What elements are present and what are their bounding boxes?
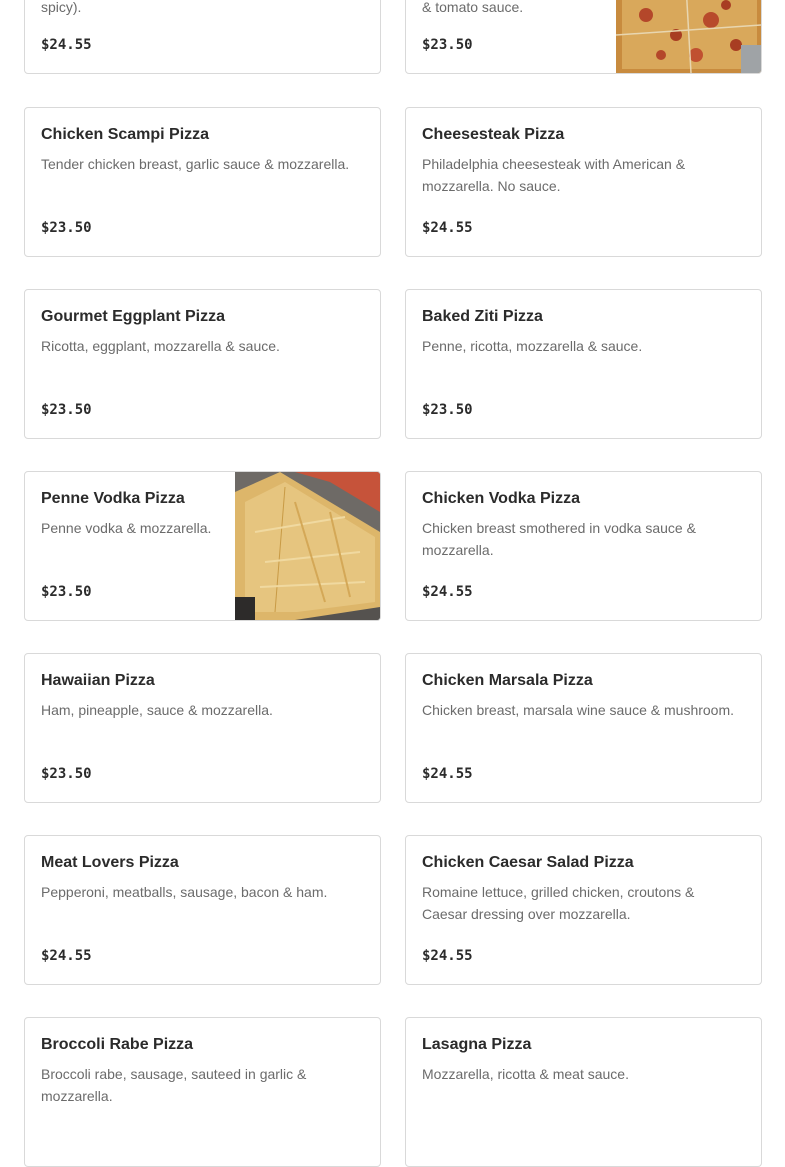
menu-item-description: Mozzarella, ricotta & meat sauce. — [422, 1066, 629, 1082]
menu-item-price: $23.50 — [41, 220, 92, 236]
menu-item-name: Chicken Scampi Pizza — [41, 126, 210, 143]
pizza-photo — [616, 0, 761, 73]
menu-item-price: $24.55 — [422, 220, 473, 236]
menu-item-name: Cheesesteak Pizza — [422, 126, 565, 143]
menu-item-price: $23.50 — [422, 37, 473, 53]
menu-item-card[interactable]: Chicken Marsala Pizza Chicken breast, ma… — [405, 653, 762, 803]
menu-item-card[interactable]: Chicken Vodka Pizza Chicken breast smoth… — [405, 471, 762, 621]
menu-item-card[interactable]: Gourmet Eggplant Pizza Ricotta, eggplant… — [24, 289, 381, 439]
menu-item-description: spicy). — [41, 0, 82, 15]
menu-item-card[interactable]: Chicken Caesar Salad Pizza Romaine lettu… — [405, 835, 762, 985]
menu-item-description: Chicken breast smothered in vodka sauce … — [422, 520, 696, 558]
menu-item-price: $23.50 — [41, 766, 92, 782]
menu-item-card[interactable]: Cheesesteak Pizza Philadelphia cheeseste… — [405, 107, 762, 257]
menu-item-card[interactable]: Meat Lovers Pizza Pepperoni, meatballs, … — [24, 835, 381, 985]
menu-item-name: Hawaiian Pizza — [41, 672, 155, 689]
menu-item-description: Penne, ricotta, mozzarella & sauce. — [422, 338, 643, 354]
menu-item-description: Chicken breast, marsala wine sauce & mus… — [422, 702, 735, 718]
menu-item-card[interactable]: Lasagna Pizza Mozzarella, ricotta & meat… — [405, 1017, 762, 1167]
menu-item-price: $23.50 — [422, 402, 473, 418]
menu-item-name: Baked Ziti Pizza — [422, 308, 543, 325]
menu-item-price: $24.55 — [422, 584, 473, 600]
menu-item-card[interactable]: Baked Ziti Pizza Penne, ricotta, mozzare… — [405, 289, 762, 439]
menu-item-card[interactable]: Broccoli Rabe Pizza Broccoli rabe, sausa… — [24, 1017, 381, 1167]
menu-item-card[interactable]: Hawaiian Pizza Ham, pineapple, sauce & m… — [24, 653, 381, 803]
menu-item-description: Broccoli rabe, sausage, sauteed in garli… — [41, 1066, 307, 1104]
menu-item-name: Penne Vodka Pizza — [41, 490, 185, 507]
menu-item-price: $24.55 — [422, 948, 473, 964]
menu-item-description: Pepperoni, meatballs, sausage, bacon & h… — [41, 884, 328, 900]
menu-item-card[interactable]: Penne Vodka Pizza Penne vodka & mozzarel… — [24, 471, 381, 621]
menu-item-name: Chicken Marsala Pizza — [422, 672, 593, 689]
menu-item-name: Lasagna Pizza — [422, 1036, 532, 1053]
menu-item-description: Penne vodka & mozzarella. — [41, 520, 212, 536]
menu-item-card[interactable]: & tomato sauce. $23.50 — [405, 0, 762, 74]
menu-item-price: $24.55 — [41, 948, 92, 964]
menu-item-price: $23.50 — [41, 584, 92, 600]
menu-item-card[interactable]: Chicken Scampi Pizza Tender chicken brea… — [24, 107, 381, 257]
menu-item-description: Philadelphia cheesesteak with American &… — [422, 156, 686, 194]
menu-item-name: Chicken Caesar Salad Pizza — [422, 854, 634, 871]
menu-item-name: Meat Lovers Pizza — [41, 854, 179, 871]
menu-item-price: $23.50 — [41, 402, 92, 418]
menu-item-name: Broccoli Rabe Pizza — [41, 1036, 194, 1053]
menu-item-description: Romaine lettuce, grilled chicken, crouto… — [422, 884, 695, 922]
menu-item-description: & tomato sauce. — [422, 0, 524, 15]
menu-item-price: $24.55 — [422, 766, 473, 782]
menu-item-price: $24.55 — [41, 37, 92, 53]
menu-item-description: Tender chicken breast, garlic sauce & mo… — [41, 156, 350, 172]
menu-item-description: Ham, pineapple, sauce & mozzarella. — [41, 702, 273, 718]
menu-item-card[interactable]: spicy). $24.55 — [24, 0, 381, 74]
menu-item-name: Gourmet Eggplant Pizza — [41, 308, 226, 325]
menu-item-description: Ricotta, eggplant, mozzarella & sauce. — [41, 338, 280, 354]
menu-item-name: Chicken Vodka Pizza — [422, 490, 580, 507]
pizza-photo — [235, 472, 380, 620]
